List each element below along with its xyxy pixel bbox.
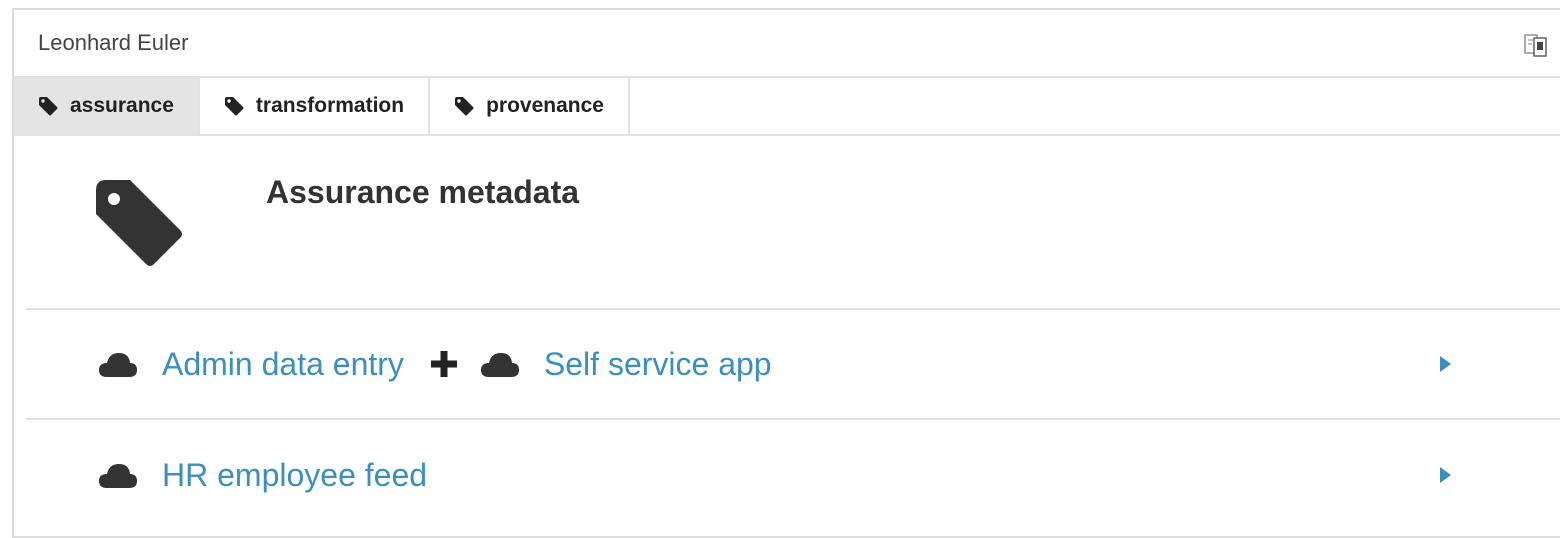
translate-icon[interactable] [1524, 32, 1548, 58]
panel-header: Leonhard Euler [14, 10, 1560, 78]
assurance-row[interactable]: HR employee feed [26, 420, 1560, 530]
source-link-admin-data-entry[interactable]: Admin data entry [162, 346, 404, 383]
tab-label: transformation [255, 94, 405, 117]
tab-label: assurance [70, 94, 174, 117]
tab-assurance[interactable]: assurance [14, 78, 200, 134]
metadata-panel: Leonhard Euler assurance transformation [12, 8, 1560, 538]
plus-icon [430, 351, 457, 377]
section-header: Assurance metadata [26, 136, 1560, 310]
tag-icon [224, 97, 244, 116]
caret-right-icon[interactable] [1438, 355, 1452, 373]
tag-icon [455, 97, 474, 116]
source-link-self-service-app[interactable]: Self service app [544, 346, 772, 383]
caret-right-icon[interactable] [1438, 466, 1452, 484]
section-title: Assurance metadata [266, 174, 580, 210]
tab-bar: assurance transformation provenance [14, 78, 1560, 136]
assurance-row[interactable]: Admin data entry Self service app [26, 310, 1560, 420]
panel-title: Leonhard Euler [38, 30, 189, 55]
cloud-icon [480, 353, 519, 377]
tab-transformation[interactable]: transformation [199, 78, 431, 134]
tab-provenance[interactable]: provenance [430, 78, 630, 134]
tab-label: provenance [486, 94, 604, 117]
cloud-icon [99, 464, 137, 488]
cloud-icon [99, 353, 137, 377]
tag-icon [96, 180, 182, 266]
source-link-hr-employee-feed[interactable]: HR employee feed [162, 457, 427, 494]
tag-icon [39, 97, 58, 116]
